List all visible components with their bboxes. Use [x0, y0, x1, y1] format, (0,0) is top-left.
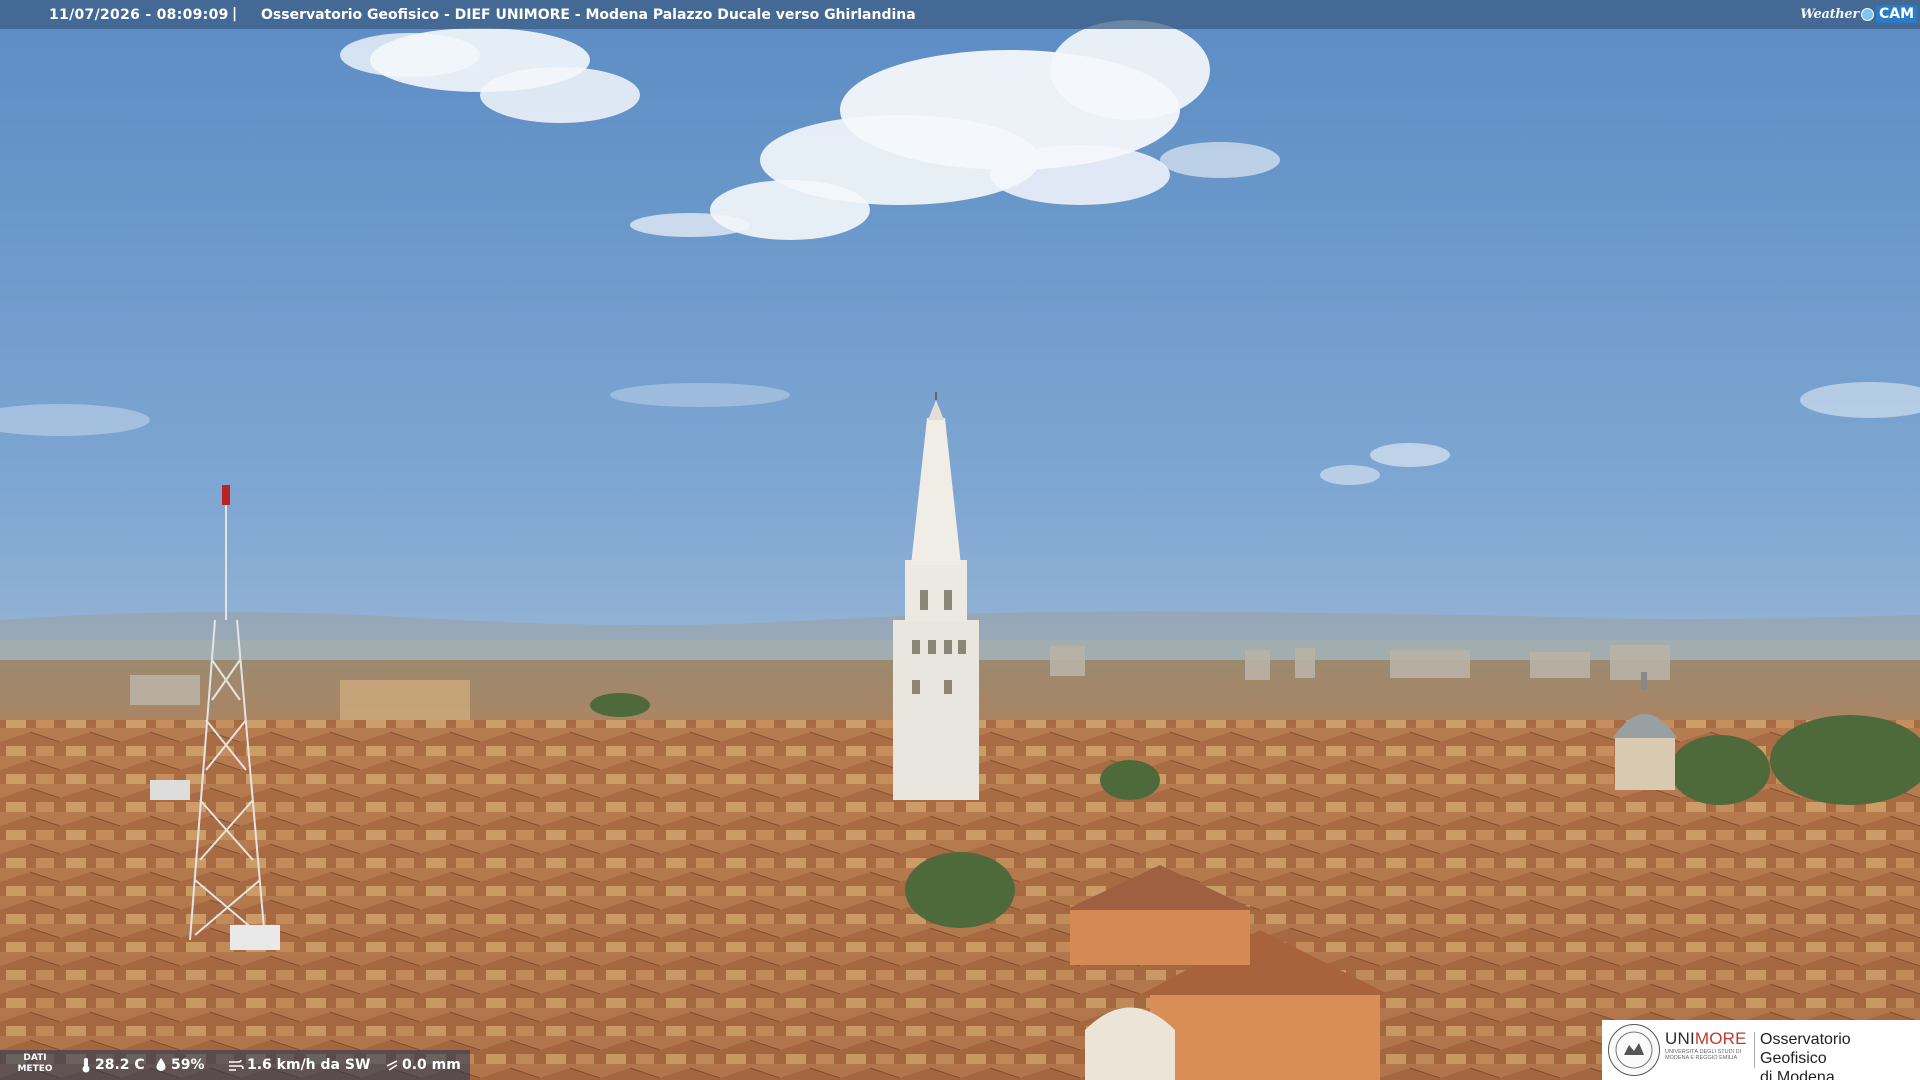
- temperature-value: 28.2 C: [95, 1057, 145, 1073]
- thermometer-icon: [82, 1058, 90, 1073]
- university-name: UNIVERSITÀ DEGLI STUDI DI MODENA E REGGI…: [1665, 1049, 1741, 1061]
- humidity-value: 59%: [171, 1057, 205, 1073]
- observatory-line1: Osservatorio Geofisico: [1760, 1031, 1851, 1067]
- logo-divider: [1754, 1032, 1755, 1068]
- weather-label-line2: METEO: [17, 1064, 53, 1074]
- observatory-line2: di Modena: [1760, 1069, 1835, 1080]
- weather-label-line1: DATI: [23, 1053, 47, 1063]
- wind-icon: [229, 1059, 244, 1071]
- wind-reading: 1.6 km/h da SW: [228, 1057, 370, 1073]
- camera-title: Osservatorio Geofisico - DIEF UNIMORE - …: [261, 7, 916, 23]
- webcam-image: [0, 0, 1920, 1080]
- rain-value: 0.0 mm: [402, 1057, 461, 1073]
- weathercam-logo: Weather CAM: [1800, 3, 1917, 25]
- weather-label: DATI METEO: [13, 1053, 57, 1075]
- weathercam-dot-icon: [1860, 7, 1874, 21]
- unimore-suffix: MORE: [1694, 1029, 1747, 1048]
- wind-value: 1.6 km/h da SW: [247, 1057, 371, 1073]
- weathercam-weather-text: Weather: [1800, 6, 1859, 22]
- humidity-reading: 59%: [154, 1057, 205, 1073]
- humidity-drop-icon: [156, 1058, 166, 1071]
- header-separator: |: [232, 6, 238, 22]
- timestamp: 11/07/2026 - 08:09:09: [49, 7, 229, 23]
- university-seal-icon: [1608, 1024, 1660, 1076]
- header-bar: 11/07/2026 - 08:09:09 | Osservatorio Geo…: [0, 0, 1920, 29]
- weathercam-cam-text: CAM: [1875, 5, 1917, 23]
- unimore-prefix: UNI: [1665, 1029, 1695, 1048]
- observatory-name: Osservatorio Geofisico di Modena: [1760, 1030, 1920, 1080]
- unimore-wordmark: UNIMORE: [1665, 1029, 1747, 1049]
- weather-data-bar: DATI METEO 28.2 C 59% 1.6 km/h da SW 0.0…: [0, 1050, 470, 1080]
- webcam-scene: 11/07/2026 - 08:09:09 | Osservatorio Geo…: [0, 0, 1920, 1080]
- temperature-reading: 28.2 C: [80, 1057, 145, 1073]
- rain-reading: 0.0 mm: [385, 1057, 461, 1073]
- rain-icon: [386, 1060, 398, 1071]
- university-line2: MODENA E REGGIO EMILIA: [1665, 1055, 1738, 1061]
- observatory-logo: UNIMORE UNIVERSITÀ DEGLI STUDI DI MODENA…: [1602, 1020, 1920, 1080]
